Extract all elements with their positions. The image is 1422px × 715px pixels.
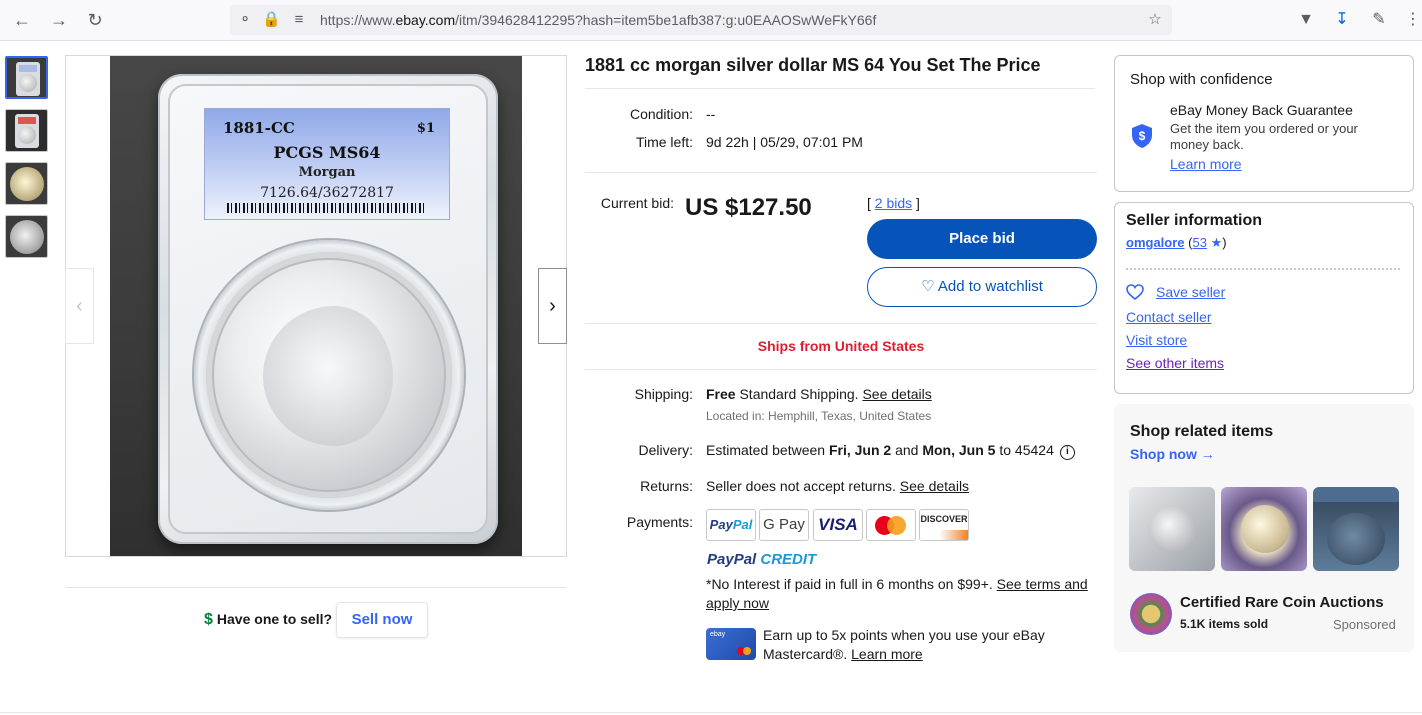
- store-items-sold: 5.1K items sold: [1180, 617, 1269, 631]
- discover-icon: DISCOVER: [919, 509, 969, 541]
- shipping-see-details-link[interactable]: See details: [862, 386, 931, 402]
- item-location: Located in: Hemphill, Texas, United Stat…: [706, 409, 932, 423]
- gallery-next-button[interactable]: ›: [538, 268, 567, 344]
- heart-icon[interactable]: [1126, 283, 1144, 301]
- shield-icon[interactable]: ⚬: [236, 11, 254, 29]
- money-back-heading: eBay Money Back Guarantee: [1170, 102, 1353, 118]
- mastercard-icon: [866, 509, 916, 541]
- seller-info-title: Seller information: [1126, 212, 1263, 229]
- store-name[interactable]: Certified Rare Coin Auctions: [1180, 594, 1384, 611]
- thumbnail-1[interactable]: [5, 56, 48, 99]
- shield-dollar-icon: $: [1132, 124, 1152, 148]
- reload-icon[interactable]: ↻: [84, 9, 106, 31]
- coin-slab-photo: 1881-CC $1 PCGS MS64 Morgan 7126.64/3627…: [110, 56, 522, 556]
- contact-seller-link[interactable]: Contact seller: [1126, 309, 1212, 325]
- thumbnail-3[interactable]: [5, 162, 48, 205]
- returns-label: Returns:: [640, 478, 693, 494]
- sell-now-button[interactable]: Sell now: [336, 602, 428, 638]
- info-icon[interactable]: i: [1059, 445, 1075, 460]
- visa-icon: VISA: [813, 509, 863, 541]
- mastercard-learn-more-link[interactable]: Learn more: [851, 646, 923, 662]
- downloads-icon[interactable]: ↧: [1331, 9, 1353, 31]
- paypal-credit-logo: PayPal CREDIT: [707, 551, 817, 568]
- thumbnail-4[interactable]: [5, 215, 48, 258]
- sponsored-label: Sponsored: [1333, 617, 1396, 632]
- confidence-title: Shop with confidence: [1130, 71, 1273, 88]
- chevron-left-icon: ‹: [76, 295, 83, 317]
- address-bar[interactable]: ⚬ 🔒 ≡ https://www.ebay.com/itm/394628412…: [230, 5, 1172, 35]
- time-left-label: Time left:: [635, 134, 693, 150]
- returns-value: Seller does not accept returns. See deta…: [706, 478, 970, 494]
- current-bid-price: US $127.50: [685, 194, 812, 221]
- arrow-right-icon: →: [1200, 446, 1215, 462]
- place-bid-button[interactable]: Place bid: [867, 219, 1097, 259]
- save-seller-link[interactable]: Save seller: [1156, 284, 1225, 300]
- delivery-label: Delivery:: [638, 442, 693, 458]
- main-product-image[interactable]: 1881-CC $1 PCGS MS64 Morgan 7126.64/3627…: [65, 55, 567, 557]
- google-pay-icon: G Pay: [759, 509, 809, 541]
- barcode: [227, 203, 427, 213]
- bookmark-star-icon[interactable]: ☆: [1146, 11, 1164, 29]
- related-item-image-1[interactable]: [1129, 487, 1215, 571]
- store-logo[interactable]: [1130, 593, 1172, 635]
- divider: [66, 587, 566, 588]
- seller-feedback-link[interactable]: 53: [1192, 235, 1206, 250]
- chevron-right-icon: ›: [549, 295, 556, 317]
- visit-store-link[interactable]: Visit store: [1126, 332, 1187, 348]
- current-bid-label: Current bid:: [600, 195, 674, 211]
- browser-toolbar: ← → ↻ ⚬ 🔒 ≡ https://www.ebay.com/itm/394…: [0, 0, 1422, 41]
- confidence-learn-more-link[interactable]: Learn more: [1170, 156, 1242, 172]
- paypal-credit-text: *No Interest if paid in full in 6 months…: [706, 576, 1088, 611]
- heart-icon: ♡: [921, 278, 935, 295]
- time-left-value: 9d 22h | 05/29, 07:01 PM: [706, 134, 863, 150]
- menu-icon[interactable]: ⋮: [1402, 9, 1422, 31]
- paypal-icon: PayPal: [706, 509, 756, 541]
- grading-label: 1881-CC $1 PCGS MS64 Morgan 7126.64/3627…: [204, 108, 450, 220]
- payments-label: Payments:: [626, 514, 693, 530]
- star-icon: ★: [1210, 235, 1223, 250]
- extensions-icon[interactable]: ✎: [1368, 9, 1390, 31]
- ebay-mastercard-icon: ebay: [706, 628, 756, 660]
- divider: [585, 323, 1097, 324]
- returns-see-details-link[interactable]: See details: [900, 478, 969, 494]
- delivery-value: Estimated between Fri, Jun 2 and Mon, Ju…: [706, 442, 1075, 460]
- divider: [585, 88, 1095, 89]
- shipping-label: Shipping:: [634, 386, 693, 402]
- ships-from: Ships from United States: [757, 338, 925, 354]
- condition-label: Condition:: [629, 106, 693, 122]
- thumbnail-2[interactable]: [5, 109, 48, 152]
- shipping-value: Free Standard Shipping. See details: [706, 386, 932, 402]
- gallery-prev-button[interactable]: ‹: [65, 268, 94, 344]
- divider: [1126, 268, 1400, 270]
- seller-name-link[interactable]: omgalore: [1126, 235, 1185, 250]
- bid-count: [ 2 bids ]: [867, 195, 920, 211]
- sell-prompt: $ Have one to sell?: [204, 611, 333, 628]
- divider: [585, 172, 1097, 173]
- divider: [585, 369, 1097, 370]
- forward-icon[interactable]: →: [48, 9, 70, 31]
- lock-icon[interactable]: 🔒: [262, 11, 281, 29]
- seller-name-row: omgalore (53 ★): [1126, 235, 1227, 250]
- dollar-icon: $: [204, 611, 213, 628]
- shop-now-link[interactable]: Shop now →: [1130, 446, 1215, 462]
- related-item-image-2[interactable]: [1221, 487, 1307, 571]
- money-back-text: Get the item you ordered or your money b…: [1170, 121, 1358, 172]
- bids-link[interactable]: 2 bids: [875, 195, 912, 211]
- related-item-image-3[interactable]: [1313, 487, 1399, 571]
- add-to-watchlist-button[interactable]: ♡ Add to watchlist: [867, 267, 1097, 307]
- permissions-icon[interactable]: ≡: [290, 11, 308, 29]
- divider: [0, 712, 1422, 713]
- related-title: Shop related items: [1130, 423, 1274, 440]
- back-icon[interactable]: ←: [11, 9, 33, 31]
- listing-title: 1881 cc morgan silver dollar MS 64 You S…: [585, 55, 1041, 75]
- pocket-icon[interactable]: ▼: [1295, 9, 1317, 31]
- mastercard-promo: Earn up to 5x points when you use your e…: [763, 627, 1045, 662]
- see-other-items-link[interactable]: See other items: [1126, 355, 1224, 371]
- url-text[interactable]: https://www.ebay.com/itm/394628412295?ha…: [320, 12, 876, 28]
- svg-text:$: $: [1139, 129, 1146, 143]
- condition-value: --: [706, 106, 716, 122]
